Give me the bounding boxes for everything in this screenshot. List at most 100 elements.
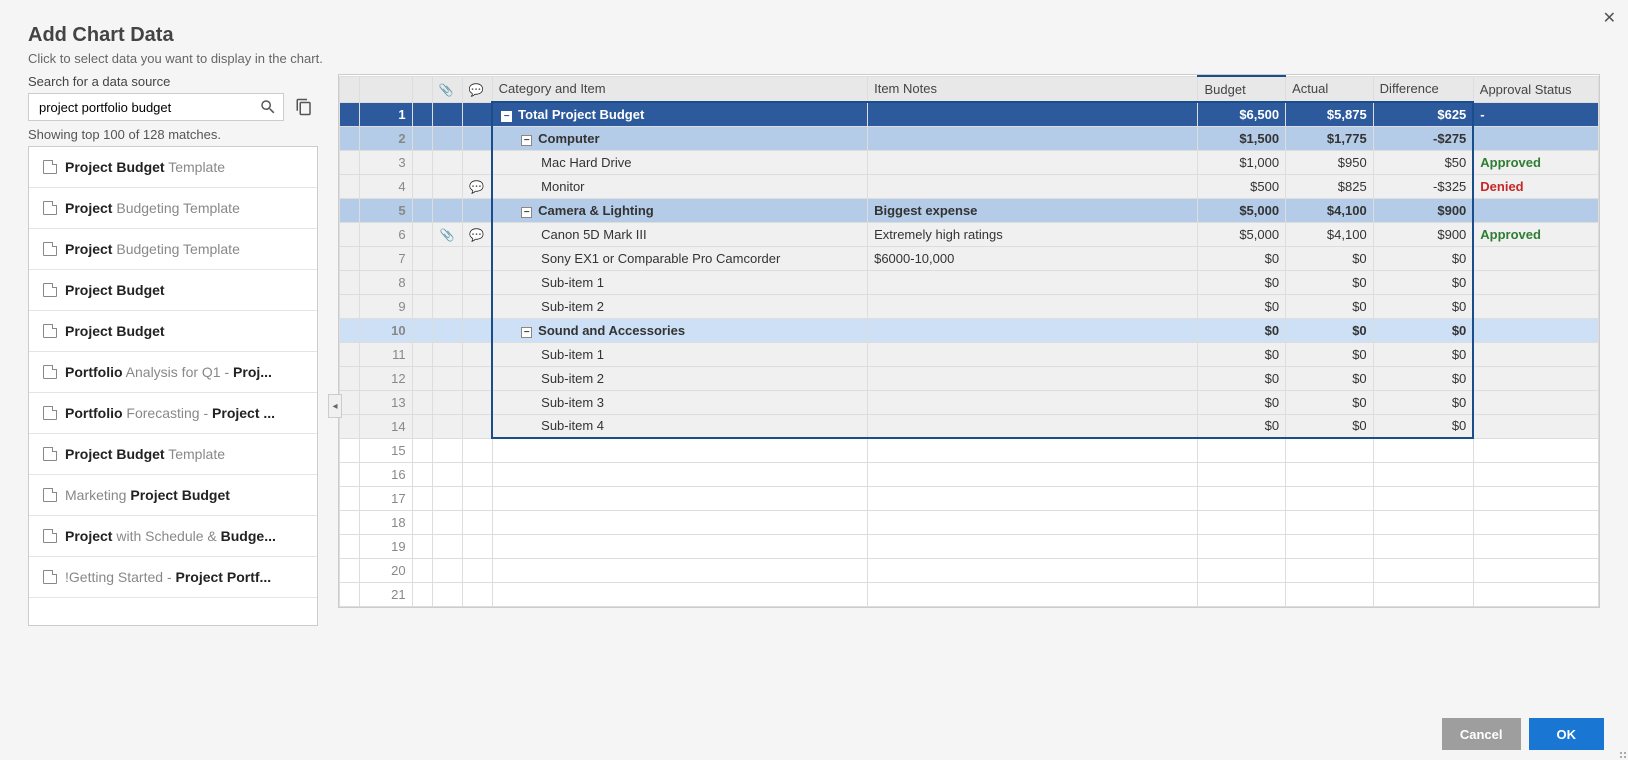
cell-attachment[interactable] [432, 102, 462, 126]
cell-actual[interactable] [1286, 438, 1374, 462]
collapse-toggle-icon[interactable]: − [521, 327, 532, 338]
cell-difference[interactable] [1373, 558, 1473, 582]
table-row[interactable]: 1−Total Project Budget$6,500$5,875$625- [340, 102, 1599, 126]
row-number[interactable]: 4 [360, 174, 413, 198]
cell-comment[interactable] [462, 486, 492, 510]
cell-approval[interactable] [1473, 342, 1598, 366]
cell-difference[interactable]: $0 [1373, 390, 1473, 414]
cell-category[interactable]: Monitor [492, 174, 867, 198]
collapse-toggle-icon[interactable]: − [501, 111, 512, 122]
cell-actual[interactable] [1286, 486, 1374, 510]
cell-approval[interactable] [1473, 510, 1598, 534]
cancel-button[interactable]: Cancel [1442, 718, 1521, 750]
cell-comment[interactable] [462, 462, 492, 486]
cell-actual[interactable]: $0 [1286, 414, 1374, 438]
cell-difference[interactable] [1373, 582, 1473, 606]
cell-approval[interactable] [1473, 558, 1598, 582]
cell-budget[interactable] [1198, 558, 1286, 582]
cell-approval[interactable]: Approved [1473, 150, 1598, 174]
cell-budget[interactable]: $0 [1198, 390, 1286, 414]
table-row[interactable]: 8Sub-item 1$0$0$0 [340, 270, 1599, 294]
cell-notes[interactable] [868, 534, 1198, 558]
cell-comment[interactable]: 💬 [462, 174, 492, 198]
cell-budget[interactable]: $0 [1198, 318, 1286, 342]
row-number[interactable]: 13 [360, 390, 413, 414]
cell-budget[interactable]: $0 [1198, 246, 1286, 270]
table-row[interactable]: 10−Sound and Accessories$0$0$0 [340, 318, 1599, 342]
cell-budget[interactable]: $1,500 [1198, 126, 1286, 150]
cell-budget[interactable]: $6,500 [1198, 102, 1286, 126]
cell-budget[interactable]: $0 [1198, 294, 1286, 318]
column-header-comment[interactable]: 💬 [462, 76, 492, 102]
cell-category[interactable] [492, 486, 867, 510]
cell-category[interactable]: Sub-item 1 [492, 270, 867, 294]
cell-difference[interactable] [1373, 438, 1473, 462]
cell-notes[interactable] [868, 342, 1198, 366]
cell-approval[interactable] [1473, 414, 1598, 438]
cell-comment[interactable] [462, 102, 492, 126]
cell-comment[interactable] [462, 126, 492, 150]
table-row[interactable]: 13Sub-item 3$0$0$0 [340, 390, 1599, 414]
cell-category[interactable]: −Sound and Accessories [492, 318, 867, 342]
cell-notes[interactable] [868, 558, 1198, 582]
cell-difference[interactable] [1373, 510, 1473, 534]
cell-budget[interactable] [1198, 582, 1286, 606]
table-row[interactable]: 21 [340, 582, 1599, 606]
row-number[interactable]: 17 [360, 486, 413, 510]
cell-attachment[interactable] [432, 342, 462, 366]
cell-difference[interactable]: $0 [1373, 318, 1473, 342]
cell-notes[interactable]: Biggest expense [868, 198, 1198, 222]
cell-approval[interactable] [1473, 438, 1598, 462]
cell-attachment[interactable] [432, 414, 462, 438]
cell-budget[interactable]: $5,000 [1198, 198, 1286, 222]
cell-comment[interactable] [462, 414, 492, 438]
cell-comment[interactable] [462, 342, 492, 366]
result-item[interactable]: Portfolio Analysis for Q1 - Proj... [29, 352, 317, 393]
cell-notes[interactable]: Extremely high ratings [868, 222, 1198, 246]
cell-difference[interactable] [1373, 486, 1473, 510]
column-header-notes[interactable]: Item Notes [868, 76, 1198, 102]
cell-comment[interactable] [462, 294, 492, 318]
cell-notes[interactable] [868, 366, 1198, 390]
column-header-actual[interactable]: Actual [1286, 76, 1374, 102]
cell-actual[interactable]: $0 [1286, 390, 1374, 414]
table-row[interactable]: 4💬Monitor$500$825-$325Denied [340, 174, 1599, 198]
cell-actual[interactable]: $0 [1286, 318, 1374, 342]
cell-difference[interactable]: -$275 [1373, 126, 1473, 150]
cell-notes[interactable] [868, 462, 1198, 486]
cell-attachment[interactable] [432, 510, 462, 534]
cell-attachment[interactable] [432, 438, 462, 462]
cell-difference[interactable]: $0 [1373, 270, 1473, 294]
row-number[interactable]: 6 [360, 222, 413, 246]
cell-category[interactable] [492, 534, 867, 558]
cell-comment[interactable]: 💬 [462, 222, 492, 246]
cell-comment[interactable] [462, 150, 492, 174]
cell-category[interactable]: Sub-item 2 [492, 294, 867, 318]
cell-category[interactable] [492, 510, 867, 534]
table-row[interactable]: 18 [340, 510, 1599, 534]
cell-actual[interactable]: $5,875 [1286, 102, 1374, 126]
cell-notes[interactable] [868, 390, 1198, 414]
cell-notes[interactable] [868, 414, 1198, 438]
cell-category[interactable]: Mac Hard Drive [492, 150, 867, 174]
cell-comment[interactable] [462, 318, 492, 342]
cell-comment[interactable] [462, 198, 492, 222]
cell-attachment[interactable] [432, 294, 462, 318]
cell-approval[interactable] [1473, 318, 1598, 342]
row-number[interactable]: 2 [360, 126, 413, 150]
row-number[interactable]: 7 [360, 246, 413, 270]
cell-notes[interactable] [868, 150, 1198, 174]
cell-comment[interactable] [462, 246, 492, 270]
column-header-attachment[interactable]: 📎 [432, 76, 462, 102]
column-header-category[interactable]: Category and Item [492, 76, 867, 102]
cell-actual[interactable]: $0 [1286, 366, 1374, 390]
data-grid[interactable]: 📎 💬 Category and Item Item Notes Budget … [339, 75, 1599, 607]
result-item[interactable]: Project Budget [29, 270, 317, 311]
table-row[interactable]: 20 [340, 558, 1599, 582]
result-item[interactable]: Project Budgeting Template [29, 229, 317, 270]
table-row[interactable]: 7Sony EX1 or Comparable Pro Camcorder$60… [340, 246, 1599, 270]
cell-actual[interactable] [1286, 558, 1374, 582]
cell-difference[interactable]: $0 [1373, 294, 1473, 318]
cell-budget[interactable]: $0 [1198, 414, 1286, 438]
cell-approval[interactable] [1473, 198, 1598, 222]
